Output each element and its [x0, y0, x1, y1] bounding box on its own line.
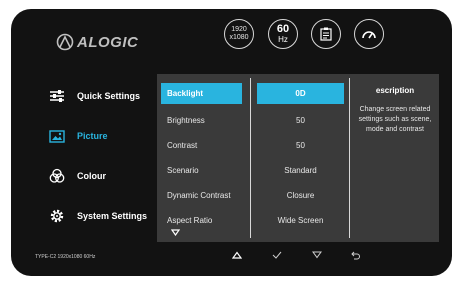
speedometer-icon — [362, 31, 376, 39]
column-divider — [349, 78, 350, 238]
description-title: escription — [375, 86, 415, 95]
sidebar-item-label: Colour — [77, 171, 106, 181]
settings-panel: Backlight Brightness Contrast Scenario D… — [157, 74, 439, 242]
picture-icon — [49, 128, 65, 144]
input-status: TYPE-C2 1920x1080 60Hz — [35, 254, 96, 260]
osd-menu: ALOGIC 1920 x1080 60 Hz Quick Settings P… — [11, 9, 452, 276]
setting-dynamic-contrast[interactable]: Dynamic Contrast — [161, 183, 242, 208]
value-contrast: 50 — [296, 141, 305, 150]
refresh-value: 60 — [276, 23, 290, 35]
sidebar-item-quick-settings[interactable]: Quick Settings — [49, 86, 140, 106]
setting-contrast[interactable]: Contrast — [161, 133, 242, 158]
gear-icon — [49, 208, 65, 224]
brand-logo: ALOGIC — [55, 32, 138, 52]
value-aspect-ratio: Wide Screen — [277, 216, 324, 225]
column-divider — [250, 78, 251, 238]
settings-list: Backlight Brightness Contrast Scenario D… — [161, 83, 242, 233]
description-text: Change screen related settings such as s… — [358, 106, 432, 133]
value-backlight[interactable]: 0D — [257, 83, 344, 104]
sidebar-item-system-settings[interactable]: System Settings — [49, 206, 147, 226]
sidebar-item-label: System Settings — [77, 211, 148, 221]
sidebar-item-label: Picture — [77, 131, 108, 141]
checklist-button[interactable] — [311, 19, 341, 49]
value-scenario: Standard — [284, 166, 317, 175]
value-brightness: 50 — [296, 116, 305, 125]
logo-icon — [56, 33, 74, 51]
nav-up-icon — [231, 251, 243, 259]
settings-values: 0D 50 50 Standard Closure Wide Screen — [257, 83, 344, 233]
nav-confirm-button[interactable] — [270, 251, 284, 262]
down-arrow-icon[interactable] — [170, 229, 181, 238]
sidebar-item-picture[interactable]: Picture — [49, 126, 108, 146]
refresh-rate-indicator[interactable]: 60 Hz — [268, 19, 298, 49]
refresh-unit: Hz — [278, 35, 288, 44]
nav-back-icon — [351, 251, 360, 260]
nav-up-button[interactable] — [230, 251, 244, 262]
resolution-bottom: x1080 — [229, 34, 249, 41]
nav-down-button[interactable] — [310, 251, 324, 262]
resolution-indicator[interactable]: 1920 x1080 — [224, 19, 254, 49]
sidebar-item-colour[interactable]: Colour — [49, 166, 106, 186]
checklist-icon — [320, 27, 332, 41]
speedometer-button[interactable] — [354, 19, 384, 49]
nav-confirm-icon — [272, 251, 282, 259]
resolution-top: 1920 — [231, 26, 247, 33]
palette-icon — [49, 168, 65, 184]
value-dynamic-contrast: Closure — [286, 191, 315, 200]
description-box: escription Change screen related setting… — [353, 86, 437, 135]
sidebar-item-label: Quick Settings — [77, 91, 141, 101]
setting-scenario[interactable]: Scenario — [161, 158, 242, 183]
nav-back-button[interactable] — [349, 251, 363, 263]
logo-text: ALOGIC — [77, 33, 139, 51]
setting-backlight[interactable]: Backlight — [161, 83, 242, 104]
sliders-icon — [49, 88, 65, 104]
setting-brightness[interactable]: Brightness — [161, 108, 242, 133]
nav-down-icon — [312, 251, 322, 259]
